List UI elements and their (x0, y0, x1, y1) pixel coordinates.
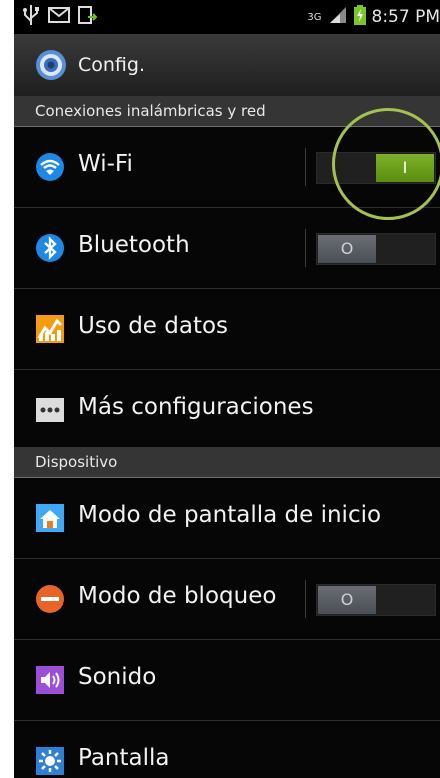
phone-screen: 3G 8:57 PM Config. Conexiones inalámbric… (14, 0, 440, 778)
settings-item-data-usage[interactable]: Uso de datos (14, 289, 440, 370)
settings-item-more[interactable]: Más configuraciones (14, 370, 440, 451)
settings-item-label: Más configuraciones (78, 394, 314, 420)
signal-icon (328, 6, 348, 28)
divider (305, 148, 306, 186)
settings-item-label: Bluetooth (78, 232, 190, 258)
sound-icon (35, 665, 65, 695)
settings-item-sound[interactable]: Sonido (14, 640, 440, 721)
usb-icon (22, 5, 40, 29)
settings-item-display[interactable]: Pantalla (14, 721, 440, 778)
gmail-icon (48, 6, 70, 28)
display-icon (35, 746, 65, 776)
home-screen-icon (35, 503, 65, 533)
bluetooth-icon (35, 233, 65, 263)
status-bar: 3G 8:57 PM (14, 0, 440, 34)
settings-item-bluetooth[interactable]: Bluetooth O (14, 208, 440, 289)
settings-item-label: Uso de datos (78, 313, 229, 339)
block-mode-icon (35, 584, 65, 614)
wifi-icon (35, 152, 65, 182)
highlight-circle (332, 108, 440, 220)
toggle-knob: O (318, 586, 376, 614)
divider (305, 580, 306, 618)
settings-item-label: Pantalla (78, 745, 170, 771)
block-mode-toggle[interactable]: O (316, 584, 436, 616)
network-type: 3G (307, 11, 322, 23)
more-icon (35, 395, 65, 425)
clock: 8:57 PM (371, 7, 440, 27)
battery-icon (353, 5, 366, 29)
page-title: Config. (78, 54, 146, 76)
settings-item-label: Modo de pantalla de inicio (78, 502, 382, 528)
divider (305, 229, 306, 267)
settings-item-label: Wi-Fi (78, 151, 133, 177)
toggle-knob: O (318, 235, 376, 263)
action-bar: Config. (14, 34, 440, 97)
upload-icon (78, 5, 98, 29)
settings-item-label: Modo de bloqueo (78, 583, 277, 609)
settings-item-label: Sonido (78, 664, 157, 690)
bluetooth-toggle[interactable]: O (316, 233, 436, 265)
settings-icon[interactable] (34, 48, 68, 82)
settings-item-block-mode[interactable]: Modo de bloqueo O (14, 559, 440, 640)
settings-item-home-screen-mode[interactable]: Modo de pantalla de inicio (14, 478, 440, 559)
data-usage-icon (35, 314, 65, 344)
section-header-device: Dispositivo (14, 447, 440, 478)
